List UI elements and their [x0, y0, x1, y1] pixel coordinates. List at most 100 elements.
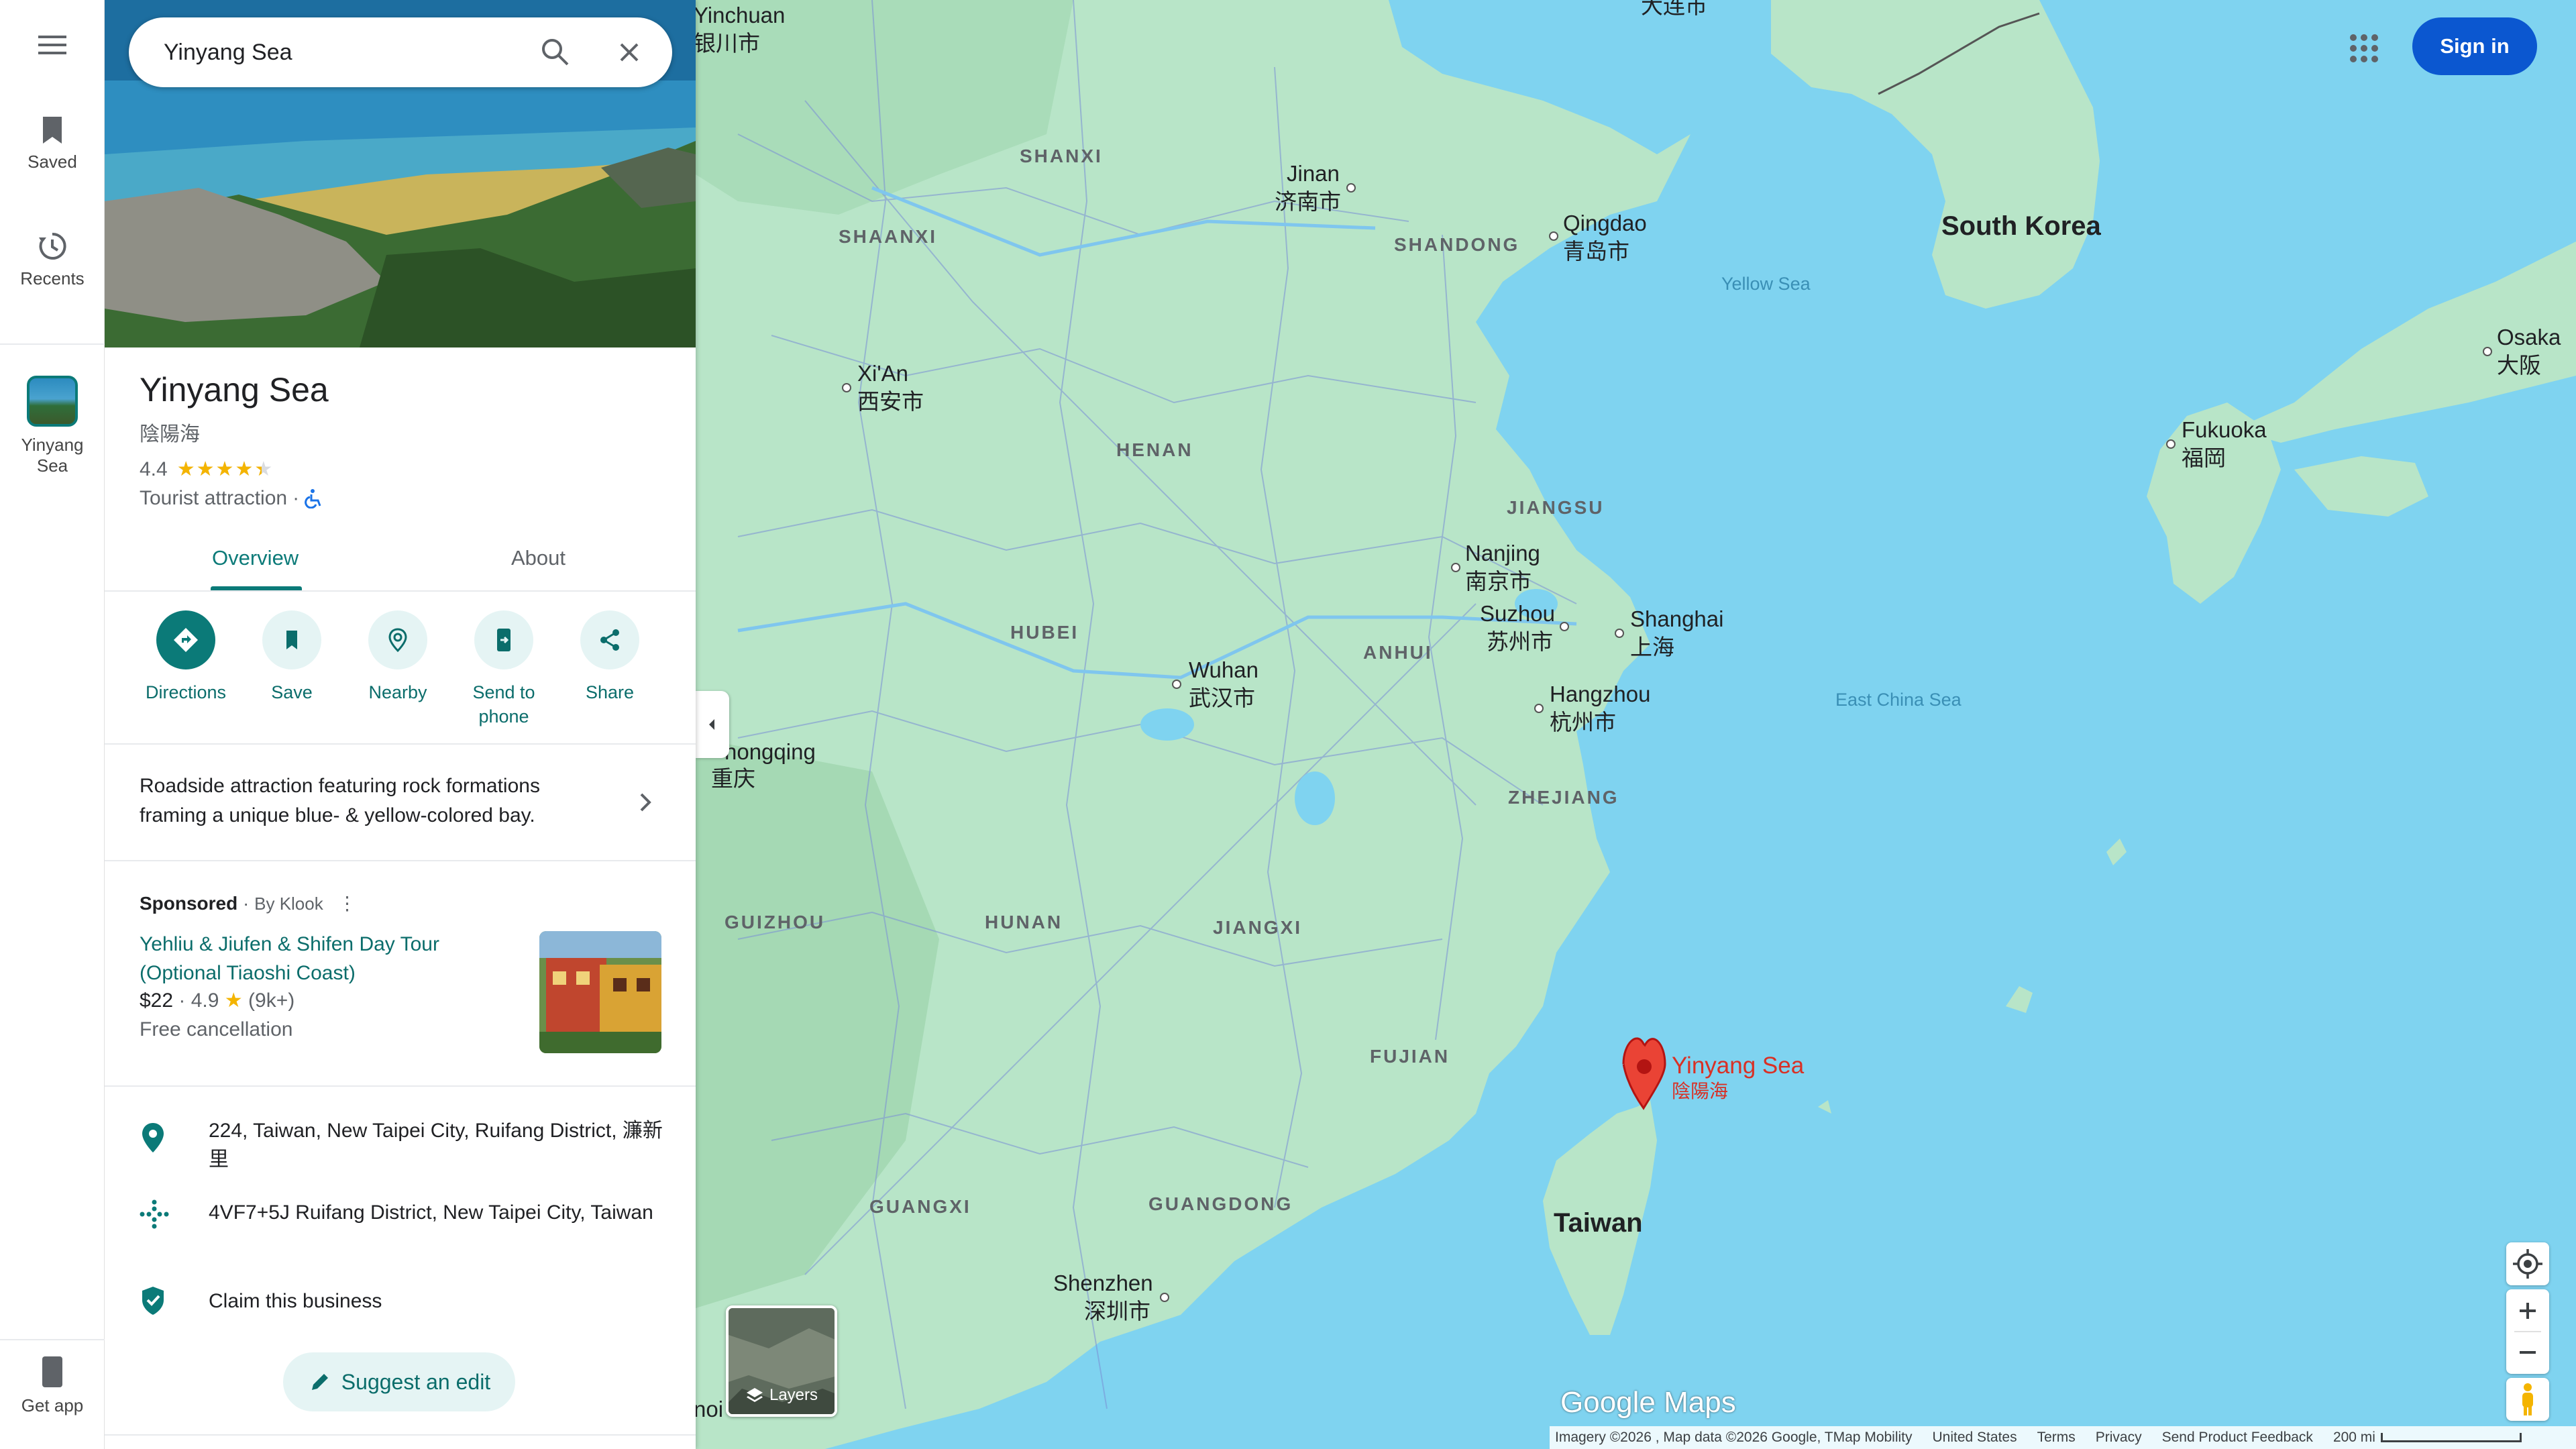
left-rail: Saved Recents Yinyang Sea Get app [0, 0, 105, 1449]
svg-text:Qingdao: Qingdao [1563, 211, 1647, 235]
region-label-zhejiang: ZHEJIANG [1508, 787, 1619, 808]
send-to-phone-label: Send to phone [472, 682, 535, 727]
zoom-in-icon[interactable] [2506, 1289, 2549, 1331]
scale-control[interactable]: 200 mi [2333, 1430, 2522, 1446]
ad-title-link[interactable]: Yehliu & Jiufen & Shifen Day Tour (Optio… [140, 930, 488, 987]
send-to-phone-button[interactable]: Send to phone [450, 610, 557, 729]
svg-text:Suzhou: Suzhou [1480, 601, 1555, 626]
region-label-guangdong: GUANGDONG [1148, 1193, 1293, 1214]
get-app-label: Get app [21, 1395, 84, 1415]
svg-text:大连市: 大连市 [1641, 0, 1707, 18]
hamburger-icon[interactable] [37, 34, 68, 56]
tab-about[interactable]: About [511, 546, 566, 570]
region-label-shandong: SHANDONG [1394, 234, 1519, 255]
ad-thumbnail-art [539, 931, 661, 1053]
suggest-edit-button[interactable]: Suggest an edit [283, 1352, 515, 1411]
ad-meta: $22 · 4.9 ★ (9k+) [140, 989, 295, 1012]
city-dalian[interactable]: 大连市 [1641, 0, 1707, 18]
svg-text:Shenzhen: Shenzhen [1053, 1271, 1153, 1295]
collapse-panel-button[interactable] [696, 691, 729, 758]
get-app-button[interactable]: Get app [0, 1355, 105, 1416]
rating-row[interactable]: 4.4 ★★★★★★★★★★ [140, 458, 272, 481]
country-label-south-korea: South Korea [1941, 211, 2102, 241]
svg-text:武汉市: 武汉市 [1189, 686, 1255, 710]
rail-divider-bottom [0, 1339, 105, 1340]
nearby-label: Nearby [368, 682, 427, 702]
google-maps-logo: Google Maps [1560, 1386, 1736, 1419]
pegman-button[interactable] [2506, 1378, 2549, 1421]
region-label-guangxi: GUANGXI [869, 1196, 971, 1217]
my-location-button[interactable] [2506, 1242, 2549, 1285]
place-title: Yinyang Sea [140, 371, 329, 409]
zoom-controls [2506, 1289, 2549, 1374]
svg-text:深圳市: 深圳市 [1084, 1299, 1150, 1324]
svg-text:南京市: 南京市 [1465, 569, 1532, 594]
tab-overview[interactable]: Overview [212, 546, 299, 570]
save-button[interactable]: Save [238, 610, 345, 704]
terms-link[interactable]: Terms [2037, 1430, 2076, 1446]
svg-text:Nanjing: Nanjing [1465, 541, 1540, 566]
map-footer: Imagery ©2026 , Map data ©2026 Google, T… [1550, 1426, 2576, 1449]
ad-cancellation: Free cancellation [140, 1018, 293, 1040]
svg-text:hongqing: hongqing [724, 739, 816, 764]
ad-thumbnail[interactable] [539, 931, 661, 1053]
share-button[interactable]: Share [556, 610, 663, 704]
place-description: Roadside attraction featuring rock forma… [140, 775, 540, 826]
rail-recents[interactable]: Recents [0, 231, 105, 289]
divider [105, 1434, 696, 1436]
lake-dongting [1140, 708, 1194, 741]
history-icon [39, 232, 66, 260]
region-label-henan: HENAN [1116, 439, 1193, 460]
svg-text:Osaka: Osaka [2497, 325, 2561, 350]
svg-text:Fukuoka: Fukuoka [2182, 417, 2267, 442]
ad-reviews: (9k+) [248, 989, 295, 1012]
star-icon: ★★ [254, 458, 273, 480]
rail-current-place[interactable]: Yinyang Sea [0, 376, 105, 476]
menu-button[interactable] [0, 34, 105, 63]
sign-in-button[interactable]: Sign in [2412, 17, 2537, 75]
rating-value: 4.4 [140, 458, 168, 480]
sea-label-yellow-sea: Yellow Sea [1721, 274, 1811, 294]
search-input[interactable] [162, 35, 538, 70]
wheelchair-icon [305, 489, 321, 508]
bookmark-icon [43, 117, 62, 144]
privacy-link[interactable]: Privacy [2096, 1430, 2142, 1446]
place-thumbnail [27, 376, 78, 427]
sponsored-header: Sponsored · By Klook ⋮ [140, 893, 357, 914]
search-icon[interactable] [538, 35, 573, 70]
directions-button[interactable]: Directions [132, 610, 239, 704]
region-label-anhui: ANHUI [1363, 642, 1433, 663]
feedback-link[interactable]: Send Product Feedback [2162, 1430, 2313, 1446]
pin-label-native: 陰陽海 [1672, 1081, 1728, 1102]
claim-business-text: Claim this business [209, 1290, 382, 1312]
svg-text:杭州市: 杭州市 [1550, 710, 1616, 735]
sponsored-label: Sponsored [140, 893, 238, 914]
region-label-jiangsu: JIANGSU [1507, 497, 1604, 518]
search-box[interactable] [129, 17, 672, 87]
svg-text:重庆: 重庆 [711, 766, 755, 791]
layers-label-row: Layers [729, 1386, 835, 1405]
category-row: Tourist attraction · [140, 487, 323, 510]
layers-button[interactable]: Layers [726, 1305, 837, 1417]
rail-saved[interactable]: Saved [0, 115, 105, 172]
pencil-icon [311, 1374, 328, 1390]
svg-text:苏州市: 苏州市 [1487, 629, 1553, 654]
apps-grid-icon[interactable] [2344, 28, 2384, 68]
scale-bar [2380, 1433, 2522, 1442]
zoom-out-icon[interactable] [2506, 1332, 2549, 1374]
nearby-button[interactable]: Nearby [344, 610, 451, 704]
place-tabs: Overview About [105, 530, 696, 592]
more-options-icon[interactable]: ⋮ [338, 893, 357, 914]
svg-text:西安市: 西安市 [857, 389, 924, 414]
region-label-hunan: HUNAN [985, 912, 1063, 932]
country-label-taiwan: Taiwan [1554, 1208, 1643, 1238]
svg-text:Xi'An: Xi'An [857, 361, 908, 386]
close-icon[interactable] [612, 35, 647, 70]
divider [105, 1085, 696, 1087]
bookmark-icon [286, 631, 297, 649]
region-link[interactable]: United States [1933, 1430, 2017, 1446]
region-label-shaanxi: SHAANXI [839, 226, 937, 247]
scale-label: 200 mi [2332, 1430, 2375, 1445]
share-icon [600, 629, 619, 651]
chevron-right-icon[interactable] [632, 789, 659, 816]
